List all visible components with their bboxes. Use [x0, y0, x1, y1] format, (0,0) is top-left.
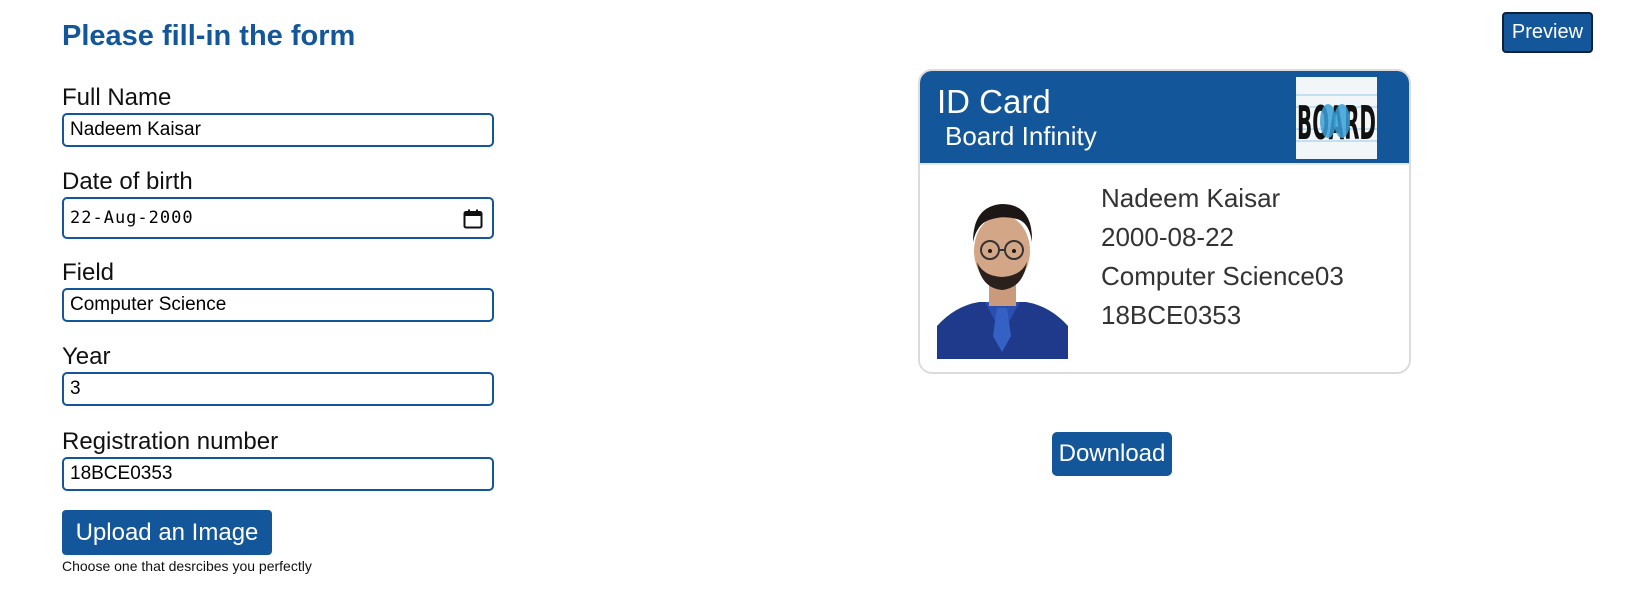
card-field-year: Computer Science03	[1101, 261, 1344, 291]
field-label: Field	[62, 259, 115, 286]
board-infinity-logo: BOARD	[1296, 77, 1377, 159]
person-photo-icon	[937, 176, 1068, 359]
full-name-input[interactable]: Nadeem Kaisar	[62, 113, 494, 147]
reg-number-value: 18BCE0353	[70, 463, 173, 484]
card-reg: 18BCE0353	[1101, 300, 1242, 330]
reg-number-label: Registration number	[62, 428, 279, 455]
field-input[interactable]: Computer Science	[62, 288, 494, 322]
dob-value: 22-Aug-2000	[70, 208, 194, 228]
card-name: Nadeem Kaisar	[1101, 183, 1281, 213]
download-button[interactable]: Download	[1052, 432, 1172, 476]
reg-number-input[interactable]: 18BCE0353	[62, 457, 494, 491]
dob-input[interactable]: 22-Aug-2000	[62, 197, 494, 239]
preview-button[interactable]: Preview	[1502, 12, 1593, 53]
year-input[interactable]: 3	[62, 372, 494, 406]
upload-image-button[interactable]: Upload an Image	[62, 510, 272, 555]
dob-label: Date of birth	[62, 168, 193, 195]
upload-hint: Choose one that desrcibes you perfectly	[62, 558, 312, 574]
calendar-icon[interactable]	[463, 209, 483, 229]
card-title: ID Card	[937, 83, 1051, 120]
field-value: Computer Science	[70, 294, 227, 315]
card-divider	[920, 163, 1409, 165]
full-name-value: Nadeem Kaisar	[70, 119, 201, 140]
form-title: Please fill-in the form	[62, 20, 356, 52]
year-value: 3	[70, 378, 81, 399]
year-label: Year	[62, 343, 111, 370]
profile-photo	[937, 176, 1068, 359]
card-dob: 2000-08-22	[1101, 222, 1234, 252]
id-card: ID Card Board Infinity BOARD	[918, 69, 1411, 374]
board-logo-icon: BOARD	[1296, 77, 1377, 159]
card-org: Board Infinity	[945, 121, 1097, 151]
full-name-label: Full Name	[62, 84, 172, 111]
